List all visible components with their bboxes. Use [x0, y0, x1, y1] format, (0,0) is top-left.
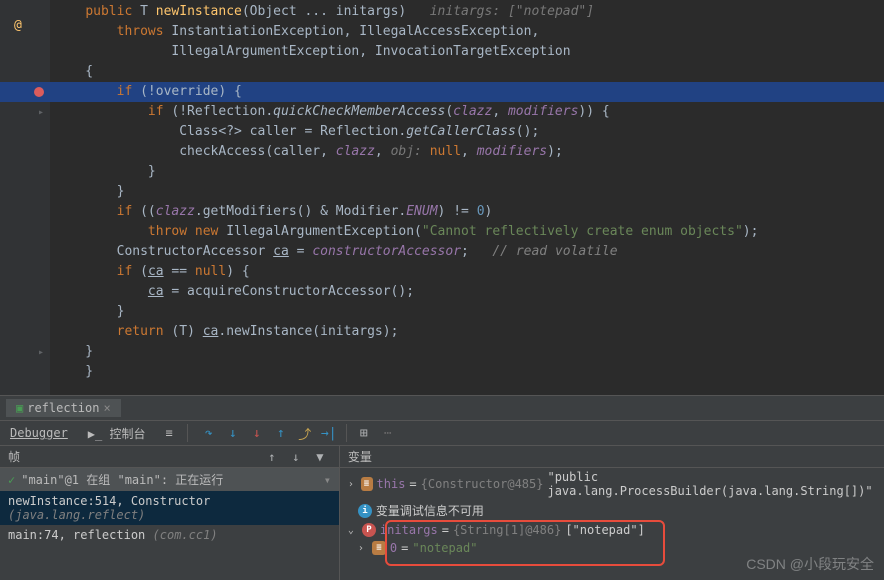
- debug-panel: ▣ reflection × Debugger ▶_ 控制台 ≡ ↷ ↓ ↓ ↑…: [0, 395, 884, 580]
- threads-tab[interactable]: ≡: [156, 423, 183, 443]
- step-into-icon[interactable]: ↓: [222, 422, 244, 444]
- force-step-into-icon[interactable]: ↓: [246, 422, 268, 444]
- fold-icon[interactable]: ▸: [38, 107, 44, 118]
- object-icon: ≡: [361, 477, 373, 491]
- breakpoint-icon[interactable]: [34, 87, 44, 97]
- code-area[interactable]: public T newInstance(Object ... initargs…: [50, 0, 884, 395]
- frames-title: 帧: [8, 448, 20, 465]
- run-icon: ▣: [16, 401, 23, 415]
- console-tab[interactable]: ▶_ 控制台: [78, 422, 156, 445]
- var-row-initargs[interactable]: ⌄ P initargs = {String[1]@486} ["notepad…: [340, 521, 884, 539]
- expand-icon[interactable]: ›: [358, 543, 368, 554]
- override-gutter-icon: @: [14, 18, 30, 34]
- run-to-cursor-icon[interactable]: →|: [318, 422, 340, 444]
- debugger-tab[interactable]: Debugger: [0, 423, 78, 443]
- console-icon: ▶_: [88, 427, 102, 441]
- stack-frame[interactable]: newInstance:514, Constructor (java.lang.…: [0, 491, 339, 525]
- step-out-icon[interactable]: ↑: [270, 422, 292, 444]
- filter-icon[interactable]: ▼: [309, 446, 331, 468]
- thread-selector[interactable]: ✓ "main"@1 在组 "main": 正在运行 ▾: [0, 468, 339, 491]
- prev-frame-icon[interactable]: ↑: [261, 446, 283, 468]
- chevron-down-icon: ▾: [324, 473, 331, 487]
- var-row-this[interactable]: › ≡ this = {Constructor@485} "public jav…: [340, 468, 884, 500]
- object-icon: ≡: [372, 541, 386, 555]
- evaluate-icon[interactable]: ⊞: [353, 422, 375, 444]
- debug-toolbar: Debugger ▶_ 控制台 ≡ ↷ ↓ ↓ ↑ ⤴ →| ⊞ ⋯: [0, 420, 884, 446]
- frames-panel: 帧 ↑ ↓ ▼ ✓ "main"@1 在组 "main": 正在运行 ▾ new…: [0, 446, 340, 580]
- info-icon: i: [358, 504, 372, 518]
- code-editor[interactable]: ▸ ▸ public T newInstance(Object ... init…: [0, 0, 884, 395]
- expand-icon[interactable]: ›: [348, 479, 357, 490]
- next-frame-icon[interactable]: ↓: [285, 446, 307, 468]
- more-icon[interactable]: ⋯: [377, 422, 399, 444]
- check-icon: ✓: [8, 473, 15, 487]
- fold-icon[interactable]: ▸: [38, 347, 44, 358]
- tab-reflection[interactable]: ▣ reflection ×: [6, 399, 121, 417]
- gutter: ▸ ▸: [0, 0, 50, 395]
- var-unavailable: i 变量调试信息不可用: [340, 500, 884, 521]
- vars-title: 变量: [348, 448, 372, 465]
- close-icon[interactable]: ×: [103, 401, 110, 415]
- debug-tabs: ▣ reflection ×: [0, 396, 884, 420]
- param-icon: P: [362, 523, 376, 537]
- drop-frame-icon[interactable]: ⤴: [294, 422, 316, 444]
- watermark: CSDN @小段玩安全: [746, 554, 874, 574]
- stack-frame[interactable]: main:74, reflection (com.cc1): [0, 525, 339, 545]
- collapse-icon[interactable]: ⌄: [348, 525, 358, 536]
- step-over-icon[interactable]: ↷: [198, 422, 220, 444]
